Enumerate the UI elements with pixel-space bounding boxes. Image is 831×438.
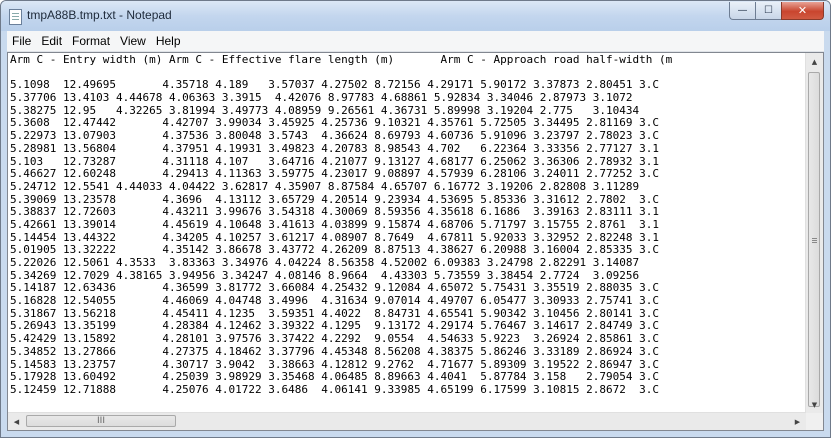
title-bar[interactable]: tmpA88B.tmp.txt - Notepad — ☐ ✕ — [1, 1, 830, 31]
notepad-icon — [9, 9, 22, 25]
menu-format[interactable]: Format — [67, 34, 115, 48]
vertical-scroll-thumb[interactable] — [808, 72, 820, 407]
window-title: tmpA88B.tmp.txt - Notepad — [27, 8, 172, 22]
text-line[interactable]: 5.24712 12.5541 4.44033 4.04422 3.62817 … — [10, 180, 806, 194]
horizontal-scroll-thumb[interactable]: III — [26, 415, 176, 427]
minimize-button[interactable]: — — [729, 2, 755, 20]
scroll-left-arrow-icon[interactable]: ◀ — [8, 413, 25, 430]
text-line[interactable]: 5.42429 13.15892 4.28101 3.97576 3.37422… — [10, 332, 806, 346]
scroll-up-arrow-icon[interactable]: ▲ — [806, 53, 823, 70]
scroll-down-arrow-icon[interactable]: ▼ — [806, 396, 823, 413]
horizontal-scrollbar[interactable]: ◀ III ▶ — [8, 412, 806, 430]
close-button[interactable]: ✕ — [781, 2, 824, 20]
menu-bar: File Edit Format View Help — [7, 31, 824, 52]
scroll-right-arrow-icon[interactable]: ▶ — [789, 413, 806, 430]
maximize-button[interactable]: ☐ — [755, 2, 781, 20]
text-line[interactable]: 5.16828 12.54055 4.46069 4.04748 3.4996 … — [10, 294, 806, 308]
text-line[interactable]: 5.17928 13.60492 4.25039 3.98929 3.35468… — [10, 370, 806, 384]
notepad-window: tmpA88B.tmp.txt - Notepad — ☐ ✕ File Edi… — [0, 0, 831, 438]
menu-edit[interactable]: Edit — [36, 34, 67, 48]
text-area[interactable]: Arm C - Entry width (m) Arm C - Effectiv… — [8, 53, 806, 413]
editor: Arm C - Entry width (m) Arm C - Effectiv… — [7, 52, 824, 431]
text-line[interactable]: 5.22973 13.07903 4.37536 3.80048 3.5743 … — [10, 129, 806, 143]
text-line[interactable]: 5.22026 12.5061 4.3533 3.83363 3.34976 4… — [10, 256, 806, 270]
text-line[interactable]: 5.46627 12.60248 4.29413 4.11363 3.59775… — [10, 167, 806, 181]
menu-help[interactable]: Help — [151, 34, 186, 48]
text-line[interactable]: 5.42661 13.39014 4.45619 4.10648 3.41613… — [10, 218, 806, 232]
text-line[interactable]: 5.34852 13.27866 4.27375 4.18462 3.37796… — [10, 345, 806, 359]
menu-file[interactable]: File — [7, 34, 36, 48]
text-line[interactable]: Arm C - Entry width (m) Arm C - Effectiv… — [10, 53, 806, 67]
text-line[interactable]: 5.28981 13.56804 4.37951 4.19931 3.49823… — [10, 142, 806, 156]
caption-buttons: — ☐ ✕ — [729, 2, 824, 20]
vertical-scrollbar[interactable]: ▲ ▼ — [805, 53, 823, 413]
text-line[interactable]: 5.37706 13.4103 4.44678 4.06363 3.3915 4… — [10, 91, 806, 105]
text-line[interactable]: 5.12459 12.71888 4.25076 4.01722 3.6486 … — [10, 383, 806, 397]
scrollbar-corner — [806, 413, 823, 430]
grip-icon — [812, 239, 817, 241]
menu-view[interactable]: View — [115, 34, 151, 48]
